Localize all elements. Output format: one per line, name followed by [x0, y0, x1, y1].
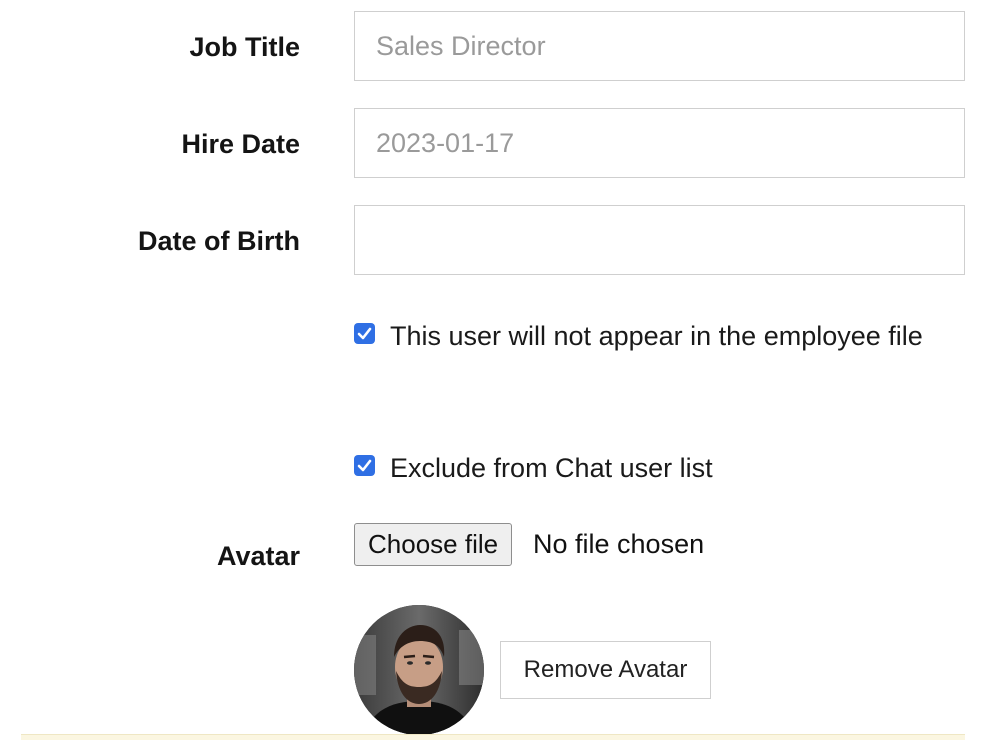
user-portrait-icon: [354, 605, 484, 735]
remove-avatar-button[interactable]: Remove Avatar: [500, 641, 711, 699]
hire-date-input[interactable]: [354, 108, 965, 178]
bottom-notice-band: [21, 734, 965, 740]
user-edit-form: Job Title Hire Date Date of Birth This u…: [0, 0, 992, 740]
date-of-birth-input[interactable]: [354, 205, 965, 275]
hire-date-label: Hire Date: [181, 129, 300, 159]
job-title-input[interactable]: [354, 11, 965, 81]
checkmark-icon: [357, 327, 372, 340]
file-status-text: No file chosen: [533, 529, 705, 559]
exclude-from-chat-checkbox[interactable]: [354, 455, 375, 476]
choose-file-button[interactable]: Choose file: [354, 523, 513, 566]
hide-from-employee-file-checkbox[interactable]: [354, 323, 375, 344]
exclude-from-chat-label[interactable]: Exclude from Chat user list: [390, 445, 950, 491]
job-title-label: Job Title: [189, 32, 300, 62]
avatar-label: Avatar: [216, 541, 300, 571]
date-of-birth-label: Date of Birth: [138, 226, 300, 256]
avatar-image: [354, 605, 484, 735]
hide-from-employee-file-label[interactable]: This user will not appear in the employe…: [390, 313, 950, 359]
checkmark-icon: [357, 459, 372, 472]
